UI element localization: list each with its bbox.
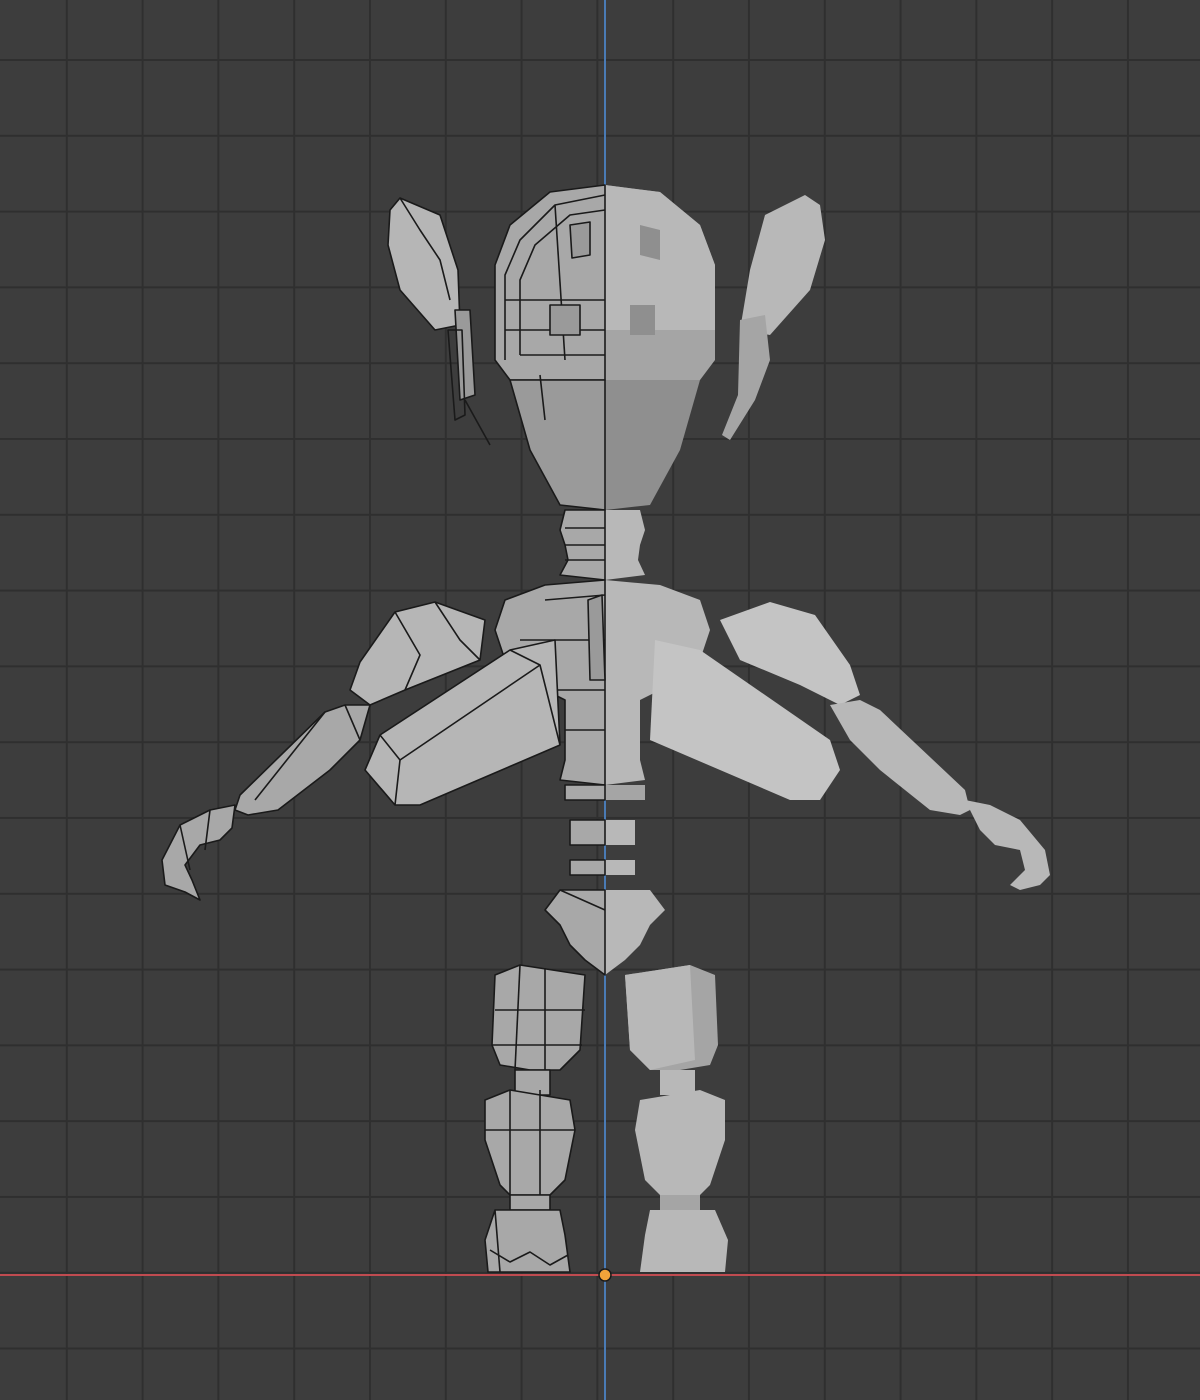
mesh-wireframe-half[interactable] <box>161 184 606 1273</box>
scene-canvas <box>0 0 1200 1400</box>
mesh-solid-half[interactable] <box>605 185 1050 1272</box>
3d-viewport[interactable] <box>0 0 1200 1400</box>
origin-point[interactable] <box>598 1268 612 1282</box>
